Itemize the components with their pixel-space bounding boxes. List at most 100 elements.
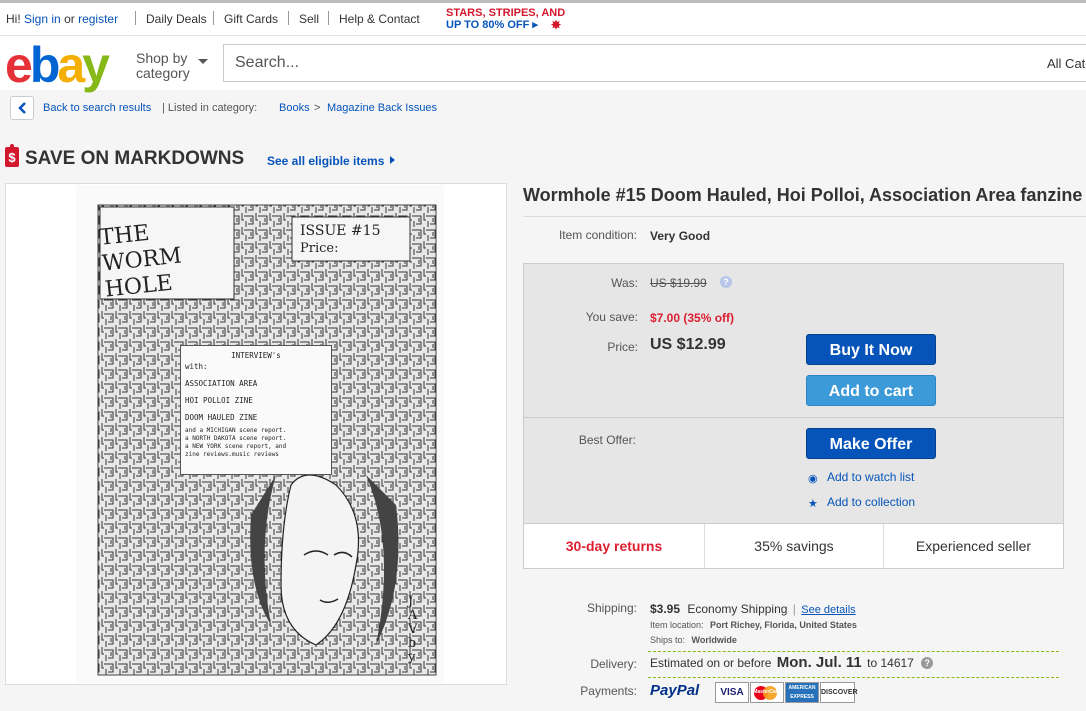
promo-line2: UP TO 80% OFF [446, 19, 530, 31]
or-text: or [64, 12, 75, 26]
cover-issue: ISSUE #15 [300, 223, 381, 239]
ships-to-value: Worldwide [691, 635, 737, 645]
chevron-left-icon [18, 102, 26, 114]
buy-it-now-button[interactable]: Buy It Now [806, 334, 936, 365]
sign-in-link[interactable]: Sign in [24, 12, 61, 26]
delivery-prefix: Estimated on or before [650, 656, 772, 670]
payments-label: Payments: [580, 684, 637, 698]
shipping-method: Economy Shipping [687, 602, 788, 616]
see-details-link[interactable]: See details [801, 604, 855, 616]
logo-letter: b [29, 37, 60, 93]
daily-deals-link[interactable]: Daily Deals [146, 12, 207, 26]
add-to-collection-link[interactable]: ★ Add to collection [808, 495, 916, 510]
ebay-logo[interactable]: ebay [5, 36, 110, 94]
paypal-logo: PayPal [650, 682, 699, 699]
price-tag-icon: $ [5, 144, 19, 167]
label-line: with: [185, 362, 208, 371]
price-value: US $12.99 [650, 336, 726, 353]
mastercard-text: MasterCard [753, 689, 781, 695]
watch-text: Add to watch list [827, 470, 915, 484]
breadcrumb-separator: > [314, 102, 321, 114]
listed-in-label: | Listed in category: [162, 102, 258, 114]
breadcrumb-magazine-back-issues[interactable]: Magazine Back Issues [327, 102, 437, 114]
label-line: ASSOCIATION AREA [185, 379, 258, 388]
seller-badge: Experienced seller [915, 538, 1032, 554]
logo-letter: a [57, 37, 85, 93]
price-box: Was: US $19.99 ? You save: $7.00 (35% of… [523, 263, 1064, 569]
delivery-zip: to 14617 [867, 656, 914, 670]
gift-cards-link[interactable]: Gift Cards [224, 12, 278, 26]
benefits-strip: 30-day returns 35% savings Experienced s… [524, 523, 1063, 569]
help-contact-link[interactable]: Help & Contact [339, 12, 420, 26]
logo-letter: e [5, 37, 33, 93]
collection-text: Add to collection [827, 495, 916, 509]
divider [135, 11, 136, 25]
returns-badge: 30-day returns [565, 538, 663, 554]
item-image-panel: THE WORM HOLE ISSUE #15 Price: INTERVIEW… [5, 183, 507, 685]
delivery-date: Mon. Jul. 11 [776, 654, 862, 671]
register-link[interactable]: register [78, 12, 118, 26]
divider [523, 216, 1086, 217]
markdown-title: SAVE ON MARKDOWNS [25, 148, 245, 169]
shipping-line: $3.95 Economy Shipping | See details [650, 602, 856, 616]
was-label: Was: [611, 276, 638, 290]
condition-label: Item condition: [558, 228, 637, 242]
label-line: and a MICHIGAN scene report. [185, 427, 287, 434]
arrow-right-icon [390, 156, 396, 164]
mastercard-logo: MasterCard [750, 682, 784, 703]
back-to-search-link[interactable]: Back to search results [43, 102, 151, 114]
visa-logo: VISA [715, 682, 749, 703]
shop-by-line1: Shop by [136, 50, 188, 66]
item-image[interactable]: THE WORM HOLE ISSUE #15 Price: INTERVIEW… [76, 185, 444, 683]
promo-arrow-icon: ▸ [532, 19, 538, 31]
add-to-cart-button[interactable]: Add to cart [806, 375, 936, 406]
greeting: Hi! Sign in or register [6, 12, 118, 26]
amex-logo: AMERICAN EXPRESS [785, 682, 819, 703]
see-eligible-items-link[interactable]: See all eligible items [267, 154, 396, 168]
divider [213, 11, 214, 25]
shipping-label: Shipping: [586, 601, 637, 615]
label-line: DOOM HAULED ZINE [185, 413, 258, 422]
eye-icon: ◉ [808, 473, 818, 485]
delivery-label: Delivery: [590, 657, 637, 671]
you-save-label: You save: [585, 310, 638, 324]
item-location-label: Item location: [650, 620, 704, 630]
breadcrumb-books[interactable]: Books [279, 102, 310, 114]
was-price: US $19.99 [650, 276, 707, 290]
divider [328, 11, 329, 25]
chevron-down-icon [198, 59, 208, 64]
sell-link[interactable]: Sell [299, 12, 319, 26]
label-line: a NORTH DAKOTA scene report. [185, 435, 287, 442]
item-title: Wormhole #15 Doom Hauled, Hoi Polloi, As… [523, 185, 1083, 205]
label-line: HOI POLLOI ZINE [185, 396, 253, 405]
divider [648, 651, 1059, 652]
help-icon[interactable]: ? [720, 276, 732, 288]
search-input[interactable]: Search... [223, 44, 1039, 82]
back-button[interactable] [10, 96, 34, 120]
discover-logo: DISCOVER [820, 682, 858, 703]
top-bar: Hi! Sign in or register Daily Deals Gift… [0, 0, 1086, 36]
shipping-cost: $3.95 [650, 602, 681, 616]
item-location: Item location: Port Richey, Florida, Uni… [650, 620, 857, 630]
add-to-watch-list-link[interactable]: ◉ Add to watch list [808, 470, 915, 485]
delivery-estimate: Estimated on or before Mon. Jul. 11 to 1… [650, 654, 934, 671]
make-offer-button[interactable]: Make Offer [806, 428, 936, 459]
label-line: INTERVIEW's [231, 351, 281, 360]
help-icon[interactable]: ? [921, 657, 934, 669]
cover-contents-label: INTERVIEW's with: ASSOCIATION AREA HOI P… [180, 345, 332, 475]
item-location-value: Port Richey, Florida, United States [710, 620, 857, 630]
divider [648, 677, 1059, 678]
condition-value: Very Good [650, 229, 711, 243]
star-icon: ★ [808, 498, 818, 510]
savings-badge: 35% savings [754, 538, 834, 554]
promo-banner[interactable]: STARS, STRIPES, AND UP TO 80% OFF ▸ ✸ [446, 7, 565, 31]
paypal-text: PayPal [650, 682, 700, 699]
promo-line1: STARS, STRIPES, AND [446, 7, 566, 19]
shop-by-category-button[interactable]: Shop by category [136, 50, 208, 81]
artist-signature: JAV by [408, 594, 418, 665]
divider [288, 11, 289, 25]
ships-to: Ships to: Worldwide [650, 635, 737, 645]
label-line: zine reviews.music reviews [185, 451, 279, 458]
category-select[interactable]: All Categories [1038, 44, 1086, 82]
divider [524, 417, 1063, 418]
